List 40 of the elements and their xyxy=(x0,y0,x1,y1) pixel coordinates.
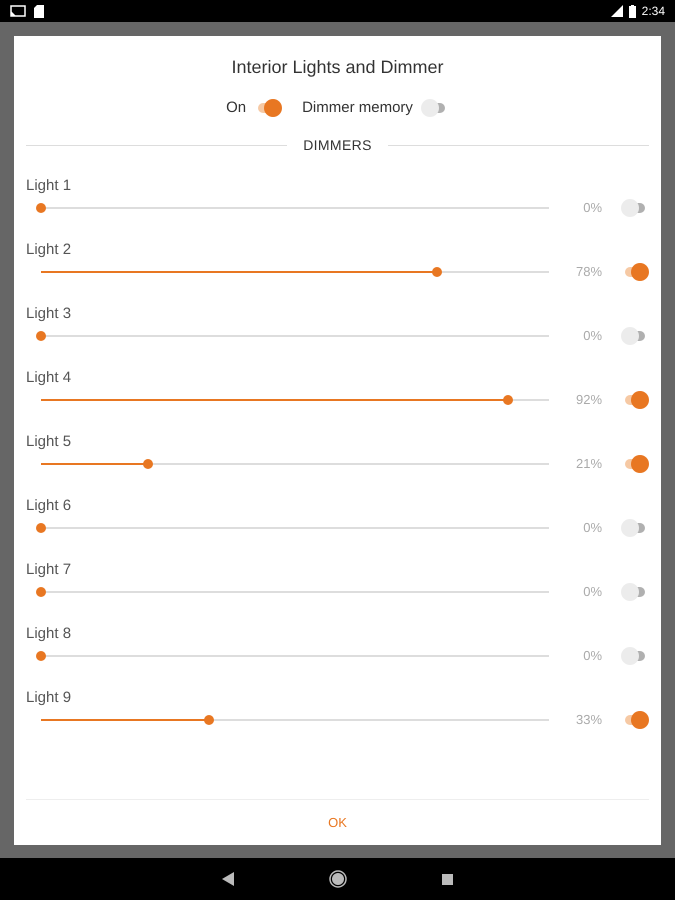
dialog-title: Interior Lights and Dimmer xyxy=(230,56,445,78)
switch-label: On xyxy=(226,98,246,118)
light-label: Light 9 xyxy=(26,688,72,708)
level-reading: 0% xyxy=(582,647,602,666)
light-label: Light 6 xyxy=(26,496,72,516)
level-reading: 0% xyxy=(582,199,602,218)
switch-label: Dimmer memory xyxy=(302,98,413,118)
clock: 2:34 xyxy=(642,3,665,20)
light-label: Light 3 xyxy=(26,304,72,324)
back-icon[interactable] xyxy=(222,872,234,886)
ok-button[interactable]: OK xyxy=(14,800,661,845)
level-reading: 0% xyxy=(582,519,602,538)
sd-card-icon xyxy=(34,4,44,18)
light-label: Light 7 xyxy=(26,560,72,580)
slider-thumb[interactable] xyxy=(36,331,46,341)
level-reading: 0% xyxy=(582,327,602,346)
light-label: Light 8 xyxy=(26,624,72,644)
level-reading: 92% xyxy=(575,391,602,410)
recents-icon[interactable] xyxy=(442,874,453,884)
slider-thumb[interactable] xyxy=(36,587,46,597)
level-reading: 33% xyxy=(575,711,602,730)
slider-thumb[interactable] xyxy=(36,203,46,213)
slider-thumb[interactable] xyxy=(204,715,214,725)
section-heading: DIMMERS xyxy=(302,136,373,155)
slider-thumb[interactable] xyxy=(36,523,46,533)
slider-thumb[interactable] xyxy=(432,267,442,277)
battery-icon xyxy=(628,4,636,18)
slider-thumb[interactable] xyxy=(36,651,46,661)
signal-icon xyxy=(610,5,623,17)
screencast-icon xyxy=(10,5,26,17)
slider-thumb[interactable] xyxy=(142,459,153,469)
slider-thumb[interactable] xyxy=(503,395,514,405)
level-reading: 78% xyxy=(575,263,602,282)
light-label: Light 4 xyxy=(26,368,72,388)
light-label: Light 2 xyxy=(26,240,72,260)
level-reading: 21% xyxy=(575,455,602,474)
level-reading: 0% xyxy=(582,583,602,602)
light-label: Light 5 xyxy=(26,432,72,452)
home-icon[interactable] xyxy=(329,870,347,888)
light-label: Light 1 xyxy=(26,176,72,196)
